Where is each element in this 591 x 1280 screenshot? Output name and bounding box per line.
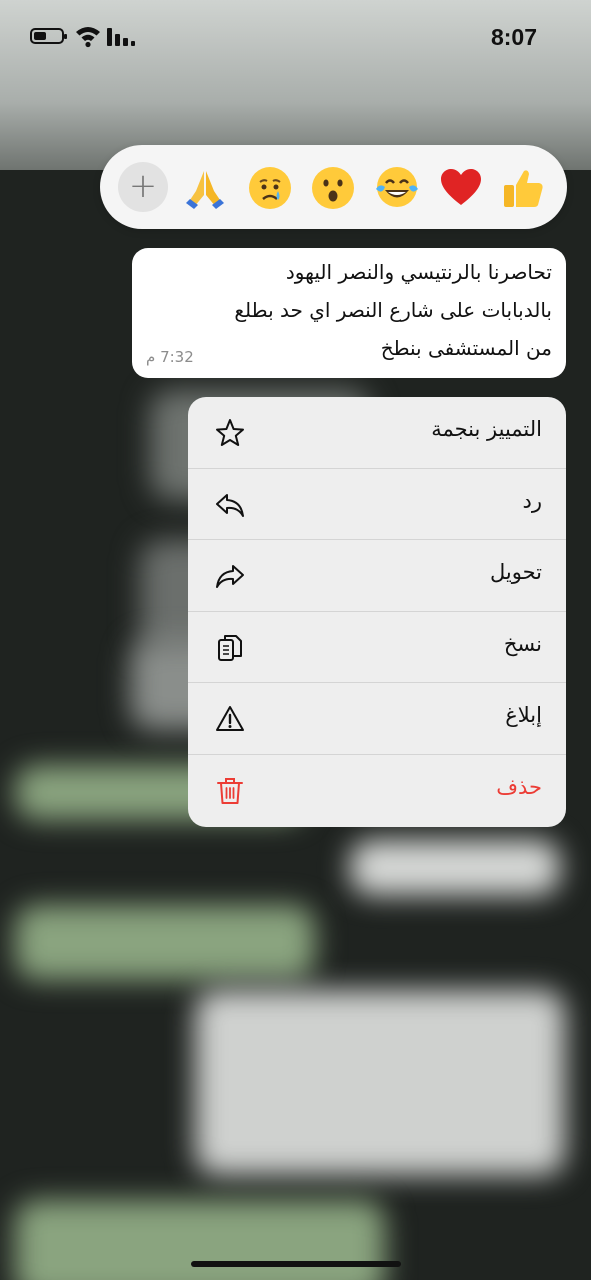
- message-text-line: تحاصرنا بالرنتيسي والنصر اليهود: [285, 260, 552, 284]
- message-timestamp: 7:32 م: [146, 348, 194, 366]
- message-context-menu: التمييز بنجمة رد تحويل نسخ إبلاغ حذف: [188, 397, 566, 827]
- menu-item-label: إبلاغ: [505, 703, 542, 727]
- forward-icon: [216, 565, 244, 588]
- reply-icon: [216, 493, 244, 517]
- crying-face-emoji-icon[interactable]: [247, 165, 293, 211]
- star-icon: [216, 419, 244, 446]
- trash-icon: [217, 777, 243, 804]
- menu-item-label: رد: [522, 488, 543, 513]
- menu-item-copy[interactable]: نسخ: [188, 612, 566, 683]
- battery-icon: [30, 28, 67, 44]
- menu-item-reply[interactable]: رد: [188, 469, 566, 540]
- wifi-icon: [76, 27, 100, 48]
- tears-of-joy-emoji-icon[interactable]: [374, 165, 420, 211]
- status-time: 8:07: [490, 24, 537, 50]
- menu-item-label: التمييز بنجمة: [431, 417, 542, 441]
- surprised-face-emoji-icon[interactable]: [310, 165, 356, 211]
- message-text-line: بالدبابات على شارع النصر اي حد بطلع: [234, 298, 552, 322]
- thumbs-up-emoji-icon[interactable]: [500, 165, 546, 211]
- menu-item-label: تحويل: [490, 560, 542, 584]
- menu-item-report[interactable]: إبلاغ: [188, 683, 566, 755]
- more-reactions-button[interactable]: +: [118, 162, 168, 212]
- menu-item-delete[interactable]: حذف: [188, 755, 566, 827]
- copy-icon: [218, 634, 242, 661]
- cellular-signal-icon: [107, 28, 135, 46]
- home-indicator[interactable]: [191, 1261, 401, 1267]
- menu-item-forward[interactable]: تحويل: [188, 540, 566, 612]
- folded-hands-emoji-icon[interactable]: [182, 165, 228, 211]
- reaction-picker: +: [100, 145, 567, 229]
- menu-item-label: نسخ: [503, 631, 542, 656]
- menu-item-label: حذف: [496, 774, 542, 799]
- status-bar: 8:07: [0, 0, 591, 75]
- message-bubble[interactable]: تحاصرنا بالرنتيسي والنصر اليهود بالدبابا…: [132, 248, 566, 378]
- menu-item-star[interactable]: التمييز بنجمة: [188, 397, 566, 469]
- warning-icon: [216, 706, 244, 731]
- red-heart-emoji-icon[interactable]: [438, 165, 484, 211]
- message-text-line: من المستشفى بنطخ: [380, 336, 552, 360]
